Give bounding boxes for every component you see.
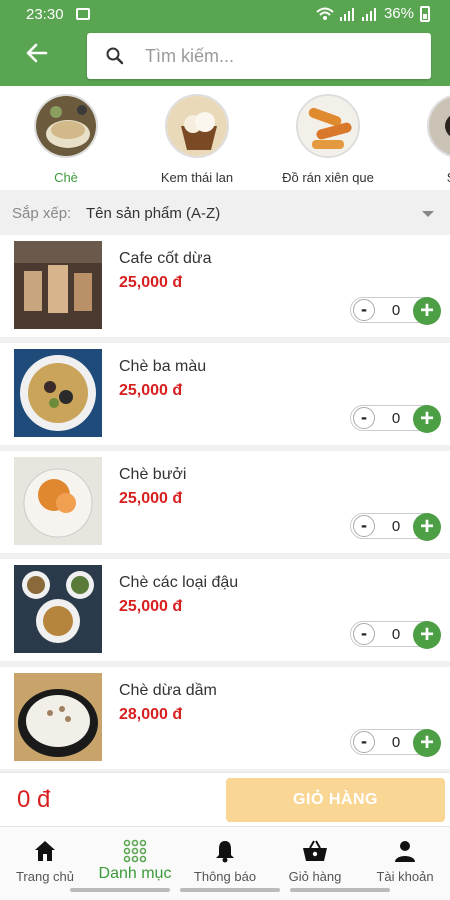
product-price: 25,000 đ xyxy=(119,490,183,507)
category-label: Đồ rán xiên que xyxy=(282,170,374,185)
product-name: Chè các loại đậu xyxy=(119,574,239,591)
product-name: Chè ba màu xyxy=(119,358,207,375)
basket-icon xyxy=(303,840,327,861)
product-name: Chè bưởi xyxy=(119,466,187,483)
status-time: 23:30 xyxy=(26,6,64,23)
decrease-button[interactable]: - xyxy=(353,299,375,321)
cart-total: 0 đ xyxy=(17,786,51,813)
product-price: 25,000 đ xyxy=(119,274,183,291)
product-image xyxy=(14,673,102,761)
category-che[interactable]: Chè xyxy=(1,94,131,185)
battery-percent: 36% xyxy=(383,5,414,22)
nav-label: Danh mục xyxy=(98,865,172,882)
product-name: Cafe cốt dừa xyxy=(119,250,212,267)
quantity-stepper: - 0 + xyxy=(350,297,441,325)
nav-label: Tài khoản xyxy=(376,869,434,884)
cart-summary: 0 đ GIỎ HÀNG xyxy=(0,772,450,826)
battery-icon xyxy=(420,5,430,22)
search-icon xyxy=(106,47,124,65)
product-item[interactable]: Chè các loại đậu 25,000 đ - 0 + xyxy=(0,559,450,661)
nav-categories[interactable]: Danh mục xyxy=(90,833,180,883)
decrease-button[interactable]: - xyxy=(353,623,375,645)
signal-icon xyxy=(339,7,354,21)
quantity-value: 0 xyxy=(391,302,401,319)
nav-label: Giỏ hàng xyxy=(288,869,342,884)
nav-notifications[interactable]: Thông báo xyxy=(180,833,270,884)
product-image xyxy=(14,241,102,329)
category-image xyxy=(34,94,98,158)
product-name: Chè dừa dầm xyxy=(119,682,217,699)
product-item[interactable]: Chè bưởi 25,000 đ - 0 + xyxy=(0,451,450,553)
increase-button[interactable]: + xyxy=(413,729,441,757)
status-icons: 36% xyxy=(316,5,430,22)
category-label: Kem thái lan xyxy=(160,170,234,185)
product-item[interactable]: Cafe cốt dừa 25,000 đ - 0 + xyxy=(0,235,450,337)
product-price: 28,000 đ xyxy=(119,706,183,723)
category-image xyxy=(165,94,229,158)
decrease-button[interactable]: - xyxy=(353,407,375,429)
search-box[interactable] xyxy=(87,33,431,79)
increase-button[interactable]: + xyxy=(413,513,441,541)
gesture-bar xyxy=(290,888,390,892)
increase-button[interactable]: + xyxy=(413,621,441,649)
product-image xyxy=(14,457,102,545)
gesture-bar xyxy=(180,888,280,892)
quantity-stepper: - 0 + xyxy=(350,729,441,757)
gesture-bar xyxy=(70,888,170,892)
quantity-stepper: - 0 + xyxy=(350,621,441,649)
sort-value: Tên sản phẩm (A-Z) xyxy=(86,205,221,222)
image-notification-icon xyxy=(76,8,90,20)
product-item[interactable]: Chè dừa dầm 28,000 đ - 0 + xyxy=(0,667,450,769)
increase-button[interactable]: + xyxy=(413,405,441,433)
product-price: 25,000 đ xyxy=(119,598,183,615)
category-image xyxy=(427,94,450,158)
nav-home[interactable]: Trang chủ xyxy=(0,833,90,884)
quantity-stepper: - 0 + xyxy=(350,405,441,433)
sort-label: Sắp xếp: xyxy=(12,205,72,222)
product-image xyxy=(14,565,102,653)
user-icon xyxy=(395,841,415,862)
chevron-down-icon xyxy=(422,211,434,217)
nav-cart[interactable]: Giỏ hàng xyxy=(270,833,360,884)
quantity-stepper: - 0 + xyxy=(350,513,441,541)
nav-account[interactable]: Tài khoản xyxy=(360,833,450,884)
decrease-button[interactable]: - xyxy=(353,731,375,753)
quantity-value: 0 xyxy=(391,734,401,751)
product-price: 25,000 đ xyxy=(119,382,183,399)
quantity-value: 0 xyxy=(391,518,401,535)
category-image xyxy=(296,94,360,158)
decrease-button[interactable]: - xyxy=(353,515,375,537)
product-item[interactable]: Chè ba màu 25,000 đ - 0 + xyxy=(0,343,450,445)
back-button[interactable] xyxy=(24,40,54,70)
signal-icon-2 xyxy=(361,7,376,21)
status-bar: 23:30 36% xyxy=(0,0,450,28)
category-sua[interactable]: Sữa xyxy=(394,94,450,185)
app-bar: 23:30 36% xyxy=(0,0,450,86)
search-input[interactable] xyxy=(145,41,415,71)
quantity-value: 0 xyxy=(391,410,401,427)
category-strip[interactable]: Chè Kem thái lan Đồ rán xiên que Sữa xyxy=(0,86,450,190)
grid-icon xyxy=(123,839,147,863)
category-label: Sữa xyxy=(394,170,450,185)
category-kem-thai-lan[interactable]: Kem thái lan xyxy=(132,94,262,185)
quantity-value: 0 xyxy=(391,626,401,643)
increase-button[interactable]: + xyxy=(413,297,441,325)
wifi-icon xyxy=(316,7,334,20)
home-icon xyxy=(35,841,55,861)
category-do-ran-xien-que[interactable]: Đồ rán xiên que xyxy=(263,94,393,185)
arrow-left-icon xyxy=(26,43,48,63)
nav-label: Thông báo xyxy=(193,869,257,884)
nav-label: Trang chủ xyxy=(15,869,75,884)
product-image xyxy=(14,349,102,437)
cart-button[interactable]: GIỎ HÀNG xyxy=(226,778,445,822)
category-label: Chè xyxy=(54,170,78,185)
bell-icon xyxy=(216,841,234,863)
sort-dropdown[interactable]: Sắp xếp: Tên sản phẩm (A-Z) xyxy=(0,194,450,234)
